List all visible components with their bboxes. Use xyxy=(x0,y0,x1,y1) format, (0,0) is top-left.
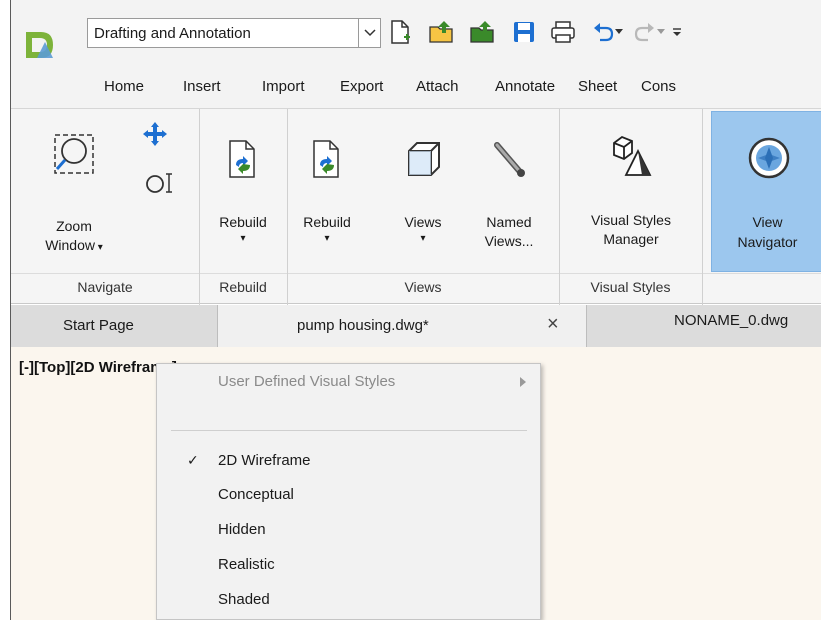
rebuild-label: Rebuild xyxy=(219,214,267,230)
workspace-value: Drafting and Annotation xyxy=(94,25,251,42)
save-icon[interactable] xyxy=(509,17,539,47)
chevron-right-icon xyxy=(520,377,526,387)
zoom-realtime-icon[interactable] xyxy=(145,171,175,200)
document-tab-bar: Start Page pump housing.dwg* × NONAME_0.… xyxy=(11,305,821,347)
ribbon-tab-bar: Home Insert Import Export Attach Annotat… xyxy=(11,68,821,108)
cube-icon xyxy=(408,142,440,176)
menu-item-shaded[interactable]: Shaded xyxy=(157,585,540,615)
views-rebuild-label: Rebuild xyxy=(303,214,351,230)
panel-divider xyxy=(199,109,200,305)
rebuild-icon xyxy=(229,140,255,178)
panel-divider xyxy=(559,109,560,305)
undo-dropdown-icon[interactable] xyxy=(611,17,627,47)
visual-styles-manager-label: Visual Styles xyxy=(591,212,671,228)
customize-qat-icon[interactable] xyxy=(669,17,685,47)
rebuild-icon xyxy=(313,140,339,178)
tab-sheet[interactable]: Sheet xyxy=(578,78,617,95)
zoom-window-icon xyxy=(54,134,94,174)
named-views-button[interactable]: Named Views... xyxy=(471,139,547,251)
view-navigator-label: View xyxy=(752,214,783,230)
menu-item-realistic[interactable]: Realistic xyxy=(157,550,540,580)
pump-housing-label: pump housing.dwg* xyxy=(297,317,429,334)
chevron-down-icon[interactable] xyxy=(358,19,380,47)
start-page-label: Start Page xyxy=(63,317,134,334)
quick-access-toolbar: Drafting and Annotation xyxy=(11,0,821,68)
app-logo-icon[interactable] xyxy=(23,28,57,62)
open-sheet-icon[interactable] xyxy=(468,17,498,47)
visual-styles-icon xyxy=(613,135,652,176)
application-window: Drafting and Annotation Home Insert Impo… xyxy=(10,0,821,620)
menu-item-2d-wireframe[interactable]: ✓ 2D Wireframe xyxy=(157,446,540,476)
tab-start-page[interactable]: Start Page xyxy=(11,305,217,347)
views-label: Views xyxy=(404,214,442,230)
zoom-window-button[interactable]: Zoom Window ▾ xyxy=(39,129,109,257)
visual-styles-manager-button[interactable]: Visual Styles Manager xyxy=(569,133,693,249)
panel-title-divider xyxy=(11,273,821,274)
menu-item-conceptual[interactable]: Conceptual xyxy=(157,480,540,510)
tab-insert[interactable]: Insert xyxy=(183,78,221,95)
close-icon[interactable]: × xyxy=(547,313,559,336)
zoom-window-label: Zoom xyxy=(56,218,92,234)
menu-item-label: Realistic xyxy=(218,556,275,573)
tab-noname[interactable]: NONAME_0.dwg xyxy=(587,305,821,347)
tab-export[interactable]: Export xyxy=(340,78,383,95)
views-panel-title: Views xyxy=(404,279,442,295)
viewport-controls-label[interactable]: [-][Top][2D Wireframe] xyxy=(19,359,177,376)
menu-item-hidden[interactable]: Hidden xyxy=(157,515,540,545)
tab-import[interactable]: Import xyxy=(262,78,305,95)
redo-dropdown-icon[interactable] xyxy=(653,17,669,47)
view-navigator-label-2: Navigator xyxy=(737,234,798,250)
new-file-icon[interactable] xyxy=(385,17,415,47)
named-views-label-2: Views... xyxy=(484,233,534,249)
visual-styles-panel-title: Visual Styles xyxy=(590,279,671,295)
tab-annotate[interactable]: Annotate xyxy=(495,78,555,95)
navigate-panel-title: Navigate xyxy=(77,279,133,295)
tab-pump-housing[interactable]: pump housing.dwg* × xyxy=(217,305,587,347)
workspace-dropdown[interactable]: Drafting and Annotation xyxy=(87,18,381,48)
open-folder-icon[interactable] xyxy=(427,17,457,47)
views-button[interactable]: Views ▾ xyxy=(395,139,451,246)
print-icon[interactable] xyxy=(548,17,578,47)
menu-item-label: Hidden xyxy=(218,521,266,538)
menu-item-label: User Defined Visual Styles xyxy=(218,373,396,390)
menu-item-label: Shaded xyxy=(218,591,270,608)
menu-item-label: Conceptual xyxy=(218,486,294,503)
rebuild-button[interactable]: Rebuild ▾ xyxy=(209,139,277,246)
named-views-label: Named xyxy=(486,214,532,230)
checkmark-icon: ✓ xyxy=(187,452,199,468)
zoom-window-label-2: Window xyxy=(45,237,95,253)
visual-styles-manager-label-2: Manager xyxy=(603,231,659,247)
tab-home[interactable]: Home xyxy=(104,78,144,95)
views-rebuild-button[interactable]: Rebuild ▾ xyxy=(293,139,361,246)
menu-item-user-defined-visual-styles[interactable]: User Defined Visual Styles xyxy=(157,367,540,397)
ribbon-panel: Zoom Window ▾ Navigate Rebuild ▾ Rebuild xyxy=(11,108,821,305)
visual-styles-context-menu: User Defined Visual Styles ✓ 2D Wirefram… xyxy=(156,363,541,620)
pan-icon[interactable] xyxy=(142,121,168,152)
panel-divider xyxy=(702,109,703,305)
tab-cons[interactable]: Cons xyxy=(641,78,676,95)
camera-icon xyxy=(494,142,525,177)
rebuild-panel-title: Rebuild xyxy=(219,279,267,295)
noname-label: NONAME_0.dwg xyxy=(674,312,789,329)
view-navigator-button[interactable]: View Navigator xyxy=(711,111,821,272)
panel-divider xyxy=(287,109,288,305)
menu-separator xyxy=(171,430,527,431)
menu-item-label: 2D Wireframe xyxy=(218,452,311,469)
view-navigator-icon xyxy=(748,137,790,179)
tab-attach[interactable]: Attach xyxy=(416,78,459,95)
